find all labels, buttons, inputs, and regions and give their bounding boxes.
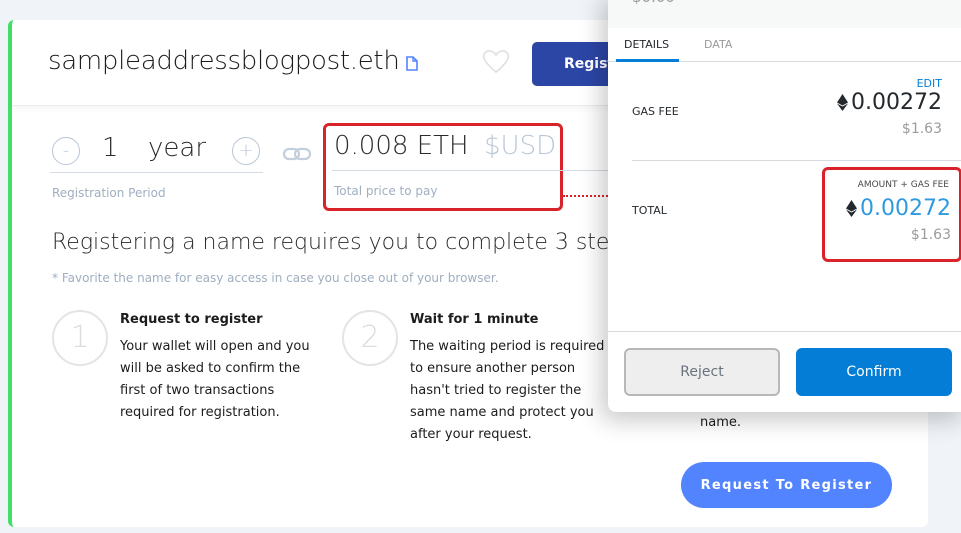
total-usd: $1.63 xyxy=(910,227,951,243)
step-number: 1 xyxy=(52,310,108,366)
reject-button[interactable]: Reject xyxy=(624,348,780,396)
decrease-period-button[interactable]: - xyxy=(52,137,80,165)
registration-period-stepper: - 1 year + xyxy=(50,133,263,173)
step-number: 2 xyxy=(342,310,398,366)
link-icon xyxy=(282,147,312,161)
wallet-confirm-popup: $0.00 DETAILS DATA EDIT GAS FEE 0.00272 … xyxy=(608,0,961,412)
heart-icon[interactable] xyxy=(482,48,510,74)
copy-icon[interactable] xyxy=(405,55,418,71)
tab-data[interactable]: DATA xyxy=(704,38,732,51)
increase-period-button[interactable]: + xyxy=(232,137,260,165)
eth-icon xyxy=(837,94,849,111)
popup-summary: $0.00 xyxy=(608,0,961,28)
footer-divider xyxy=(608,331,961,332)
active-tab-indicator xyxy=(616,59,679,62)
domain-title: sampleaddressblogpost.eth xyxy=(48,46,418,76)
confirm-button[interactable]: Confirm xyxy=(796,348,952,396)
price-divider xyxy=(332,170,632,171)
step-body: Your wallet will open and you will be as… xyxy=(120,339,310,420)
gas-fee-usd: $1.63 xyxy=(901,121,942,137)
divider xyxy=(632,160,961,161)
gas-fee-eth-value: 0.00272 xyxy=(851,90,942,115)
step-body: The waiting period is required to ensure… xyxy=(410,339,605,442)
total-eth-value: 0.00272 xyxy=(860,196,951,221)
request-to-register-button[interactable]: Request To Register xyxy=(681,462,892,508)
steps-heading: Registering a name requires you to compl… xyxy=(52,230,635,255)
price-eth: 0.008 ETH xyxy=(334,131,469,161)
steps-note: * Favorite the name for easy access in c… xyxy=(52,271,499,285)
step-title: Wait for 1 minute xyxy=(410,312,539,327)
total-sublabel: AMOUNT + GAS FEE xyxy=(857,180,949,190)
registration-period-label: Registration Period xyxy=(52,186,166,200)
total-label: TOTAL xyxy=(632,204,667,217)
price-usd-toggle[interactable]: $USD xyxy=(484,131,556,161)
tab-details[interactable]: DETAILS xyxy=(624,38,669,59)
total-price-label: Total price to pay xyxy=(334,184,438,198)
eth-icon xyxy=(846,200,858,217)
period-unit: year xyxy=(148,133,207,163)
edit-gas-link[interactable]: EDIT xyxy=(917,77,942,90)
step-title: Request to register xyxy=(120,312,263,327)
summary-value: $0.00 xyxy=(632,0,675,6)
domain-name: sampleaddressblogpost.eth xyxy=(48,46,400,76)
total-price-highlight: 0.008 ETH $USD Total price to pay xyxy=(323,123,632,211)
total-eth: 0.00272 xyxy=(846,196,951,221)
period-value: 1 xyxy=(102,133,119,163)
total-highlight: AMOUNT + GAS FEE 0.00272 $1.63 xyxy=(822,167,961,262)
gas-fee-label: GAS FEE xyxy=(632,105,679,118)
gas-fee-eth: 0.00272 xyxy=(837,90,942,115)
popup-tabs: DETAILS DATA xyxy=(608,28,961,62)
